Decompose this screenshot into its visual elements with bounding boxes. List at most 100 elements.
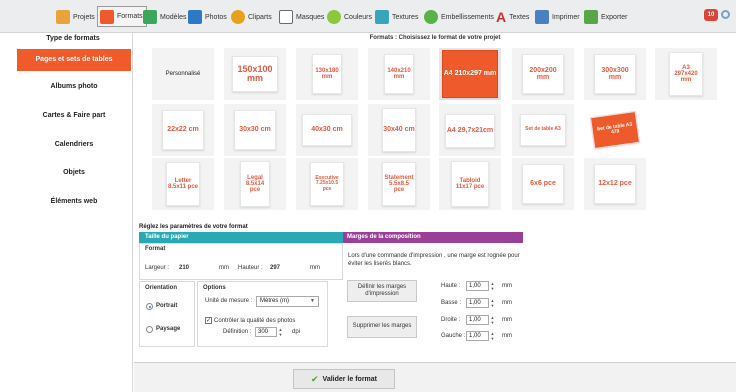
orientation-label: Orientation	[145, 285, 178, 291]
definition-spinner[interactable]: ▲ ▼	[278, 327, 283, 337]
unit-select[interactable]: Mètres (m) ▼	[256, 296, 319, 307]
format-type-albums[interactable]: Albums photo	[17, 76, 131, 98]
toolbar-templates-label: Modèles	[160, 13, 187, 21]
landscape-radio[interactable]	[146, 326, 153, 333]
toolbar-projects-label: Projets	[73, 13, 95, 21]
format-tile[interactable]: Executive 7.25x10.5 pce	[296, 158, 358, 210]
format-tile[interactable]: Set de table A3 479	[584, 104, 646, 156]
format-tile-custom[interactable]: Personnalisé	[152, 48, 214, 100]
format-type-web[interactable]: Éléments web	[17, 191, 131, 213]
format-type-title: Type de formats	[46, 35, 100, 42]
toolbar-colors-button[interactable]: Couleurs	[327, 8, 372, 26]
notifications-badge[interactable]: 10	[704, 9, 718, 21]
format-tile-label: 140x210 mm	[384, 54, 414, 94]
toolbar-print-button[interactable]: Imprimer	[535, 8, 580, 26]
margin-bottom-unit: mm	[502, 300, 512, 306]
format-tile[interactable]: 12x12 pce	[584, 158, 646, 210]
margin-right-input[interactable]: 1,00	[466, 315, 489, 325]
height-value[interactable]: 297	[270, 265, 280, 271]
margin-right-label: Droite :	[441, 317, 461, 323]
format-tile-label: A4 29,7x21cm	[445, 114, 495, 148]
format-tile-selected[interactable]: A4 210x297 mm	[439, 48, 501, 100]
format-tile[interactable]: 140x210 mm	[368, 48, 430, 100]
format-tile[interactable]: Set de table A3	[512, 104, 574, 156]
format-tile[interactable]: 40x30 cm	[296, 104, 358, 156]
format-tile-label: 6x6 pce	[522, 164, 564, 204]
remove-margins-button[interactable]: Supprimer les marges	[347, 316, 417, 338]
margin-left-input[interactable]: 1,00	[466, 331, 489, 341]
format-type-cards[interactable]: Cartes & Faire part	[17, 105, 131, 127]
toolbar-templates-button[interactable]: Modèles	[143, 8, 186, 26]
width-value[interactable]: 210	[179, 265, 189, 271]
format-tile-label: Set de table A3 479	[589, 110, 641, 150]
text-icon: A	[496, 9, 507, 25]
options-label: Options	[203, 285, 226, 291]
format-tile[interactable]: 30x30 cm	[224, 104, 286, 156]
format-tile-label: Letter 8.5x11 pce	[166, 162, 200, 206]
format-tile-label: 30x30 cm	[234, 110, 276, 150]
margin-bottom-spinner[interactable]: ▲ ▼	[490, 298, 495, 308]
format-tile[interactable]: A4 29,7x21cm	[439, 104, 501, 156]
format-tile[interactable]: 130x180 mm	[296, 48, 358, 100]
format-type-calendars[interactable]: Calendriers	[17, 134, 131, 156]
textures-icon	[375, 10, 389, 24]
toolbar-photos-button[interactable]: Photos	[188, 8, 227, 26]
margin-top-spinner[interactable]: ▲ ▼	[490, 281, 495, 291]
colors-icon	[327, 10, 341, 24]
height-label: Hauteur :	[238, 265, 263, 271]
format-tile[interactable]: 30x40 cm	[368, 104, 430, 156]
margins-info-text: Lors d'une commande d'impression , une m…	[348, 253, 520, 267]
margins-header: Marges de la composition	[343, 232, 523, 243]
format-tile-label: A3 297x420 mm	[669, 52, 703, 96]
format-tile-label: Executive 7.25x10.5 pce	[310, 162, 344, 206]
format-tile-label: 150x100 mm	[232, 56, 278, 92]
format-tile[interactable]: Letter 8.5x11 pce	[152, 158, 214, 210]
toolbar-cliparts-button[interactable]: Cliparts	[231, 8, 272, 26]
margin-left-spinner[interactable]: ▲ ▼	[490, 331, 495, 341]
toolbar-text-label: Textes	[509, 13, 530, 21]
margin-left-label: Gauche :	[441, 333, 466, 339]
toolbar-masks-button[interactable]: Masques	[279, 8, 324, 26]
format-type-pages[interactable]: Pages et sets de tables	[17, 49, 131, 71]
definition-input[interactable]: 300	[255, 327, 277, 337]
format-tile[interactable]: Statement 5.5x8.5 pce	[368, 158, 430, 210]
format-tile-label: Statement 5.5x8.5 pce	[382, 162, 416, 206]
toolbar-embellishments-button[interactable]: Embellissements	[424, 8, 494, 26]
quality-label: Contrôler la qualité des photos	[214, 318, 296, 324]
paper-size-header: Taille du papier	[139, 232, 343, 243]
format-tile[interactable]: A3 297x420 mm	[655, 48, 717, 100]
margin-right-spinner[interactable]: ▲ ▼	[490, 315, 495, 325]
toolbar-projects-button[interactable]: Projets	[56, 8, 95, 26]
toolbar-photos-label: Photos	[205, 13, 227, 21]
format-tile[interactable]: 22x22 cm	[152, 104, 214, 156]
settings-icon[interactable]	[721, 10, 730, 19]
format-tile[interactable]: Legal 8.5x14 pce	[224, 158, 286, 210]
folder-icon	[56, 10, 70, 24]
toolbar-masks-label: Masques	[296, 13, 325, 21]
unit-select-value: Mètres (m)	[260, 298, 289, 304]
embellishments-icon	[424, 10, 438, 24]
format-tile[interactable]: 200x200 mm	[512, 48, 574, 100]
format-type-objects[interactable]: Objets	[17, 162, 131, 184]
format-tile-label: Personnalisé	[165, 71, 201, 77]
format-tile[interactable]: Tabloid 11x17 pce	[439, 158, 501, 210]
format-tile[interactable]: 150x100 mm	[224, 48, 286, 100]
dpi-label: dpi	[292, 329, 301, 335]
margin-top-input[interactable]: 1,00	[466, 281, 489, 291]
format-tile[interactable]: 6x6 pce	[512, 158, 574, 210]
toolbar-formats-button[interactable]: Formats	[97, 6, 147, 27]
format-tile[interactable]: 300x300 mm	[584, 48, 646, 100]
portrait-radio[interactable]	[146, 303, 153, 310]
toolbar-textures-button[interactable]: Textures	[375, 8, 418, 26]
width-label: Largeur :	[145, 265, 170, 271]
format-type-panel: Type de formats Pages et sets de tables …	[15, 33, 133, 392]
toolbar-export-button[interactable]: Exporter	[584, 8, 627, 26]
toolbar-colors-label: Couleurs	[344, 13, 373, 21]
toolbar-text-button[interactable]: A Textes	[496, 8, 529, 26]
validate-format-button[interactable]: ✔ Valider le format	[293, 369, 395, 389]
definition-label: Définition :	[223, 329, 252, 335]
quality-checkbox[interactable]: ✓	[205, 317, 212, 324]
format-tile-label: Set de table A3	[520, 114, 566, 146]
margin-bottom-input[interactable]: 1,00	[466, 298, 489, 308]
set-margins-button[interactable]: Définir les marges d'impression	[347, 280, 417, 302]
